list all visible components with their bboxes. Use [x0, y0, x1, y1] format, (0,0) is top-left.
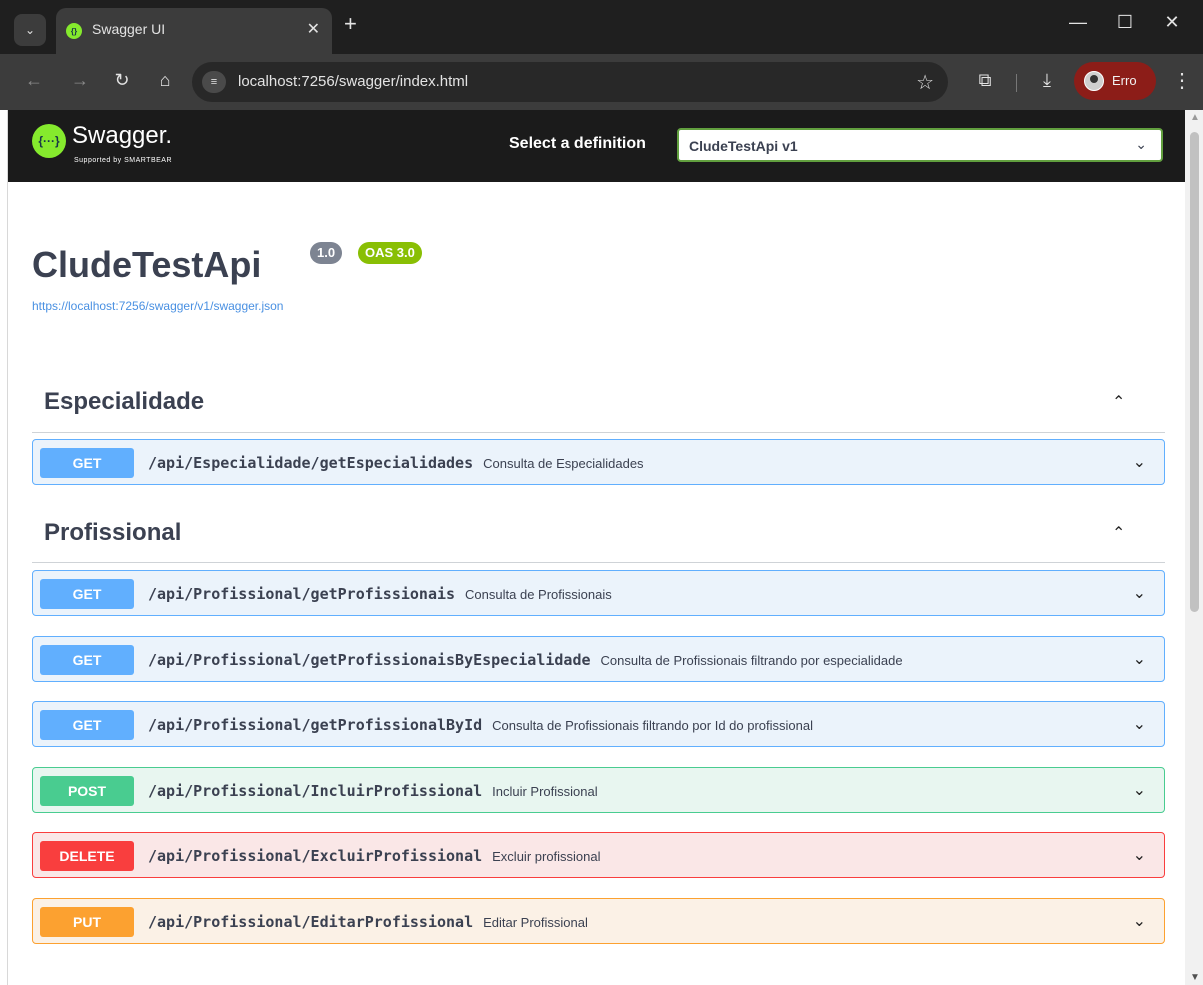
profile-label: Erro: [1112, 73, 1137, 88]
browser-toolbar: ← → ↻ ⌂ ≡ localhost:7256/swagger/index.h…: [0, 54, 1203, 110]
operation-get-profissional-by-id[interactable]: GET /api/Profissional/getProfissionalByI…: [32, 701, 1165, 747]
path-text: /api/Profissional/getProfissionaisByEspe…: [148, 651, 591, 669]
path-text: /api/Especialidade/getEspecialidades: [148, 454, 474, 472]
maximize-icon[interactable]: ☐: [1105, 12, 1145, 33]
extensions-icon[interactable]: ⧉: [973, 70, 997, 91]
operation-summary: Excluir profissional: [492, 849, 601, 864]
operation-summary: Consulta de Profissionais: [465, 587, 612, 602]
operation-put-editar-profissional[interactable]: PUT /api/Profissional/EditarProfissional…: [32, 898, 1165, 944]
operation-path: /api/Profissional/EditarProfissional Edit…: [148, 913, 588, 931]
scroll-down-arrow-icon[interactable]: ▼: [1190, 972, 1200, 983]
chevron-down-icon[interactable]: ⌄: [1133, 452, 1146, 472]
operation-path: /api/Especialidade/getEspecialidades Cons…: [148, 454, 644, 472]
operation-summary: Consulta de Especialidades: [483, 456, 644, 471]
browser-tab[interactable]: {} Swagger UI ✕: [56, 8, 332, 54]
chevron-down-icon[interactable]: ⌄: [1133, 649, 1146, 669]
swagger-logo-text[interactable]: Swagger.: [72, 122, 172, 150]
operation-delete-excluir-profissional[interactable]: DELETE /api/Profissional/ExcluirProfissi…: [32, 832, 1165, 878]
close-window-icon[interactable]: ✕: [1152, 12, 1192, 33]
method-badge: GET: [40, 710, 134, 740]
operation-path: /api/Profissional/IncluirProfissional Inc…: [148, 782, 598, 800]
swagger-topbar: {···} Swagger. Supported by SMARTBEAR Se…: [8, 110, 1185, 182]
operation-summary: Incluir Profissional: [492, 784, 598, 799]
star-icon[interactable]: ☆: [916, 70, 934, 95]
chevron-down-icon[interactable]: ⌄: [1133, 583, 1146, 603]
oas-badge: OAS 3.0: [358, 242, 422, 264]
path-text: /api/Profissional/IncluirProfissional: [148, 782, 483, 800]
method-badge: GET: [40, 579, 134, 609]
back-icon[interactable]: ←: [22, 70, 46, 91]
tab-search-button[interactable]: ⌄: [14, 14, 46, 46]
plus-icon[interactable]: +: [344, 13, 357, 35]
scrollbar-thumb[interactable]: [1190, 132, 1199, 612]
section-divider: [32, 562, 1165, 563]
method-badge: PUT: [40, 907, 134, 937]
path-text: /api/Profissional/EditarProfissional: [148, 913, 474, 931]
definition-select[interactable]: CludeTestApi v1 ⌄: [677, 128, 1163, 162]
operation-path: /api/Profissional/ExcluirProfissional Exc…: [148, 847, 601, 865]
path-text: /api/Profissional/getProfissionais: [148, 585, 456, 603]
chevron-down-icon[interactable]: ⌄: [1133, 780, 1146, 800]
version-badge: 1.0: [310, 242, 343, 264]
chevron-down-icon[interactable]: ⌄: [1133, 845, 1146, 865]
operation-summary: Editar Profissional: [483, 915, 588, 930]
browser-tabstrip: ⌄ {} Swagger UI ✕ + — ☐ ✕: [0, 0, 1203, 54]
tab-title: Swagger UI: [92, 21, 166, 37]
path-text: /api/Profissional/ExcluirProfissional: [148, 847, 483, 865]
operation-summary: Consulta de Profissionais filtrando por …: [492, 718, 813, 733]
menu-icon[interactable]: ⋮: [1172, 68, 1192, 93]
vertical-scrollbar[interactable]: ▲ ▼: [1185, 110, 1203, 985]
chevron-down-icon[interactable]: ⌄: [1133, 714, 1146, 734]
method-badge: GET: [40, 645, 134, 675]
reload-icon[interactable]: ↻: [110, 70, 134, 91]
url-text[interactable]: localhost:7256/swagger/index.html: [238, 73, 468, 90]
swagger-logo-subtext: Supported by SMARTBEAR: [74, 157, 173, 164]
profile-button[interactable]: Erro: [1074, 62, 1156, 100]
download-icon[interactable]: ⤓: [1035, 70, 1059, 91]
path-text: /api/Profissional/getProfissionalById: [148, 716, 483, 734]
forward-icon[interactable]: →: [68, 70, 92, 91]
chevron-down-icon: ⌄: [1135, 136, 1147, 152]
scroll-up-arrow-icon[interactable]: ▲: [1190, 112, 1200, 123]
section-title-especialidade[interactable]: Especialidade: [44, 388, 204, 416]
operation-get-profissionais-by-especialidade[interactable]: GET /api/Profissional/getProfissionaisBy…: [32, 636, 1165, 682]
address-bar[interactable]: ≡ localhost:7256/swagger/index.html ☆: [192, 62, 948, 102]
method-badge: DELETE: [40, 841, 134, 871]
toolbar-divider: [1016, 74, 1017, 92]
avatar: [1084, 71, 1104, 91]
chevron-down-icon[interactable]: ⌄: [1133, 911, 1146, 931]
operation-path: /api/Profissional/getProfissionais Consul…: [148, 585, 612, 603]
close-icon[interactable]: ✕: [307, 19, 320, 39]
operation-summary: Consulta de Profissionais filtrando por …: [600, 653, 903, 668]
operation-path: /api/Profissional/getProfissionaisByEspe…: [148, 651, 903, 669]
api-title: CludeTestApi: [32, 244, 262, 285]
spec-json-link[interactable]: https://localhost:7256/swagger/v1/swagge…: [32, 299, 283, 313]
swagger-favicon-icon: {}: [66, 23, 82, 39]
chevron-up-icon[interactable]: ⌃: [1112, 392, 1125, 412]
method-badge: GET: [40, 448, 134, 478]
definition-select-value: CludeTestApi v1: [689, 138, 798, 154]
definition-select-label: Select a definition: [509, 135, 646, 152]
section-divider: [32, 432, 1165, 433]
swagger-logo-icon[interactable]: {···}: [32, 124, 66, 158]
site-info-icon[interactable]: ≡: [202, 71, 226, 93]
section-title-profissional[interactable]: Profissional: [44, 519, 181, 547]
operation-get-profissionais[interactable]: GET /api/Profissional/getProfissionais Co…: [32, 570, 1165, 616]
operation-post-incluir-profissional[interactable]: POST /api/Profissional/IncluirProfission…: [32, 767, 1165, 813]
minimize-icon[interactable]: —: [1058, 12, 1098, 33]
operation-get-especialidades[interactable]: GET /api/Especialidade/getEspecialidades…: [32, 439, 1165, 485]
window-left-edge: [0, 110, 8, 985]
operation-path: /api/Profissional/getProfissionalById Con…: [148, 716, 813, 734]
home-icon[interactable]: ⌂: [153, 70, 177, 91]
method-badge: POST: [40, 776, 134, 806]
page-viewport: {···} Swagger. Supported by SMARTBEAR Se…: [8, 110, 1185, 985]
chevron-down-icon: ⌄: [24, 23, 36, 37]
chevron-up-icon[interactable]: ⌃: [1112, 523, 1125, 543]
